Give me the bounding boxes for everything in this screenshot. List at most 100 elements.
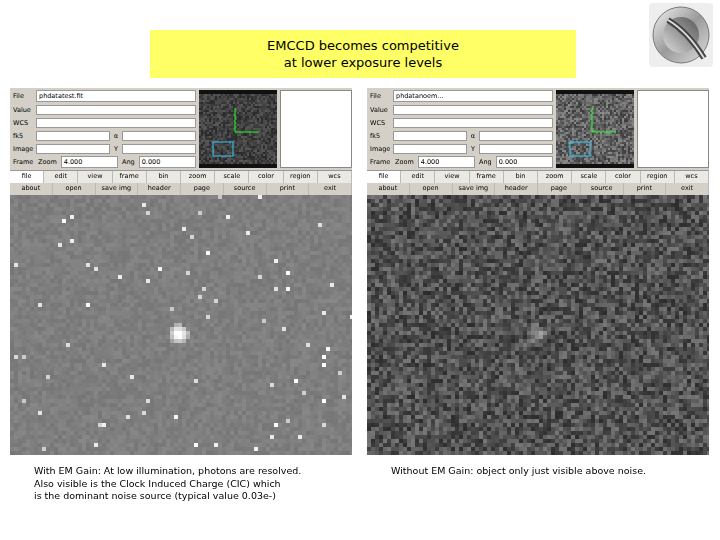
label-text: α <box>114 132 118 140</box>
menu-label: frame <box>477 172 496 180</box>
info-label: fk5 <box>12 131 34 141</box>
info-label: Zoom <box>36 157 59 167</box>
info-row: Filephdatanoem... <box>369 90 553 102</box>
toolbar-button[interactable]: about <box>10 183 53 195</box>
info-field[interactable]: 0.000 <box>496 156 553 168</box>
panner[interactable] <box>199 90 277 168</box>
menu-tab[interactable]: region <box>284 171 318 183</box>
logo-icon <box>648 0 720 88</box>
menu-tab[interactable]: bin <box>504 171 538 183</box>
menu-tab[interactable]: color <box>606 171 640 183</box>
info-field[interactable]: 4.000 <box>61 156 118 168</box>
info-field[interactable] <box>393 105 553 115</box>
info-field[interactable]: phdatatest.fit <box>36 90 196 102</box>
label-text: fk5 <box>13 132 23 140</box>
label-text: fk5 <box>370 132 380 140</box>
info-field[interactable] <box>393 131 467 141</box>
info-field[interactable] <box>36 131 110 141</box>
field-value: 4.000 <box>64 158 83 166</box>
menu-tab[interactable]: view <box>78 171 112 183</box>
magnifier <box>280 90 352 168</box>
toolbar-button[interactable]: source <box>224 183 267 195</box>
info-field[interactable] <box>479 131 553 141</box>
info-field[interactable] <box>479 144 553 154</box>
info-row: Value <box>12 104 196 115</box>
menu-label: scale <box>223 172 240 180</box>
menu-tab[interactable]: wcs <box>318 171 352 183</box>
info-label: Image <box>12 144 34 154</box>
button-bar: aboutopensave imgheaderpagesourceprintex… <box>10 183 352 195</box>
info-field[interactable] <box>122 131 196 141</box>
info-label: Frame <box>369 157 391 167</box>
menu-tab[interactable]: zoom <box>538 171 572 183</box>
menu-tab[interactable]: edit <box>44 171 78 183</box>
menu-tab[interactable]: frame <box>470 171 504 183</box>
label-text: Y <box>471 145 475 153</box>
toolbar-button[interactable]: save img <box>96 183 139 195</box>
label-text: α <box>471 132 475 140</box>
info-field[interactable]: 0.000 <box>139 156 196 168</box>
menu-label: file <box>22 172 32 180</box>
info-field[interactable] <box>36 118 196 128</box>
menu-tab[interactable]: file <box>367 171 401 183</box>
info-fields: Filephdatatest.fitValueWCSfk5αImageYFram… <box>12 90 196 168</box>
menu-tab[interactable]: color <box>249 171 283 183</box>
menu-label: region <box>647 172 668 180</box>
menu-tab[interactable]: zoom <box>181 171 215 183</box>
toolbar-button[interactable]: about <box>367 183 410 195</box>
image-frame[interactable] <box>367 195 709 455</box>
menu-tab[interactable]: edit <box>401 171 435 183</box>
toolbar-button[interactable]: open <box>53 183 96 195</box>
toolbar-button[interactable]: exit <box>666 183 709 195</box>
info-field[interactable] <box>122 144 196 154</box>
toolbar-button[interactable]: print <box>267 183 310 195</box>
menu-tab[interactable]: scale <box>572 171 606 183</box>
title-line: at lower exposure levels <box>284 54 442 71</box>
menu-label: file <box>379 172 389 180</box>
panner[interactable] <box>556 90 634 168</box>
caption: Without EM Gain: object only just visibl… <box>367 455 709 478</box>
menu-tab[interactable]: scale <box>215 171 249 183</box>
label-text: Zoom <box>38 158 57 166</box>
toolbar-button[interactable]: open <box>410 183 453 195</box>
toolbar-button[interactable]: page <box>538 183 581 195</box>
menu-tab[interactable]: bin <box>147 171 181 183</box>
toolbar-button[interactable]: header <box>138 183 181 195</box>
toolbar-button[interactable]: exit <box>309 183 352 195</box>
menu-tab[interactable]: file <box>10 171 44 183</box>
info-row: WCS <box>12 117 196 128</box>
label-text: Frame <box>13 158 33 166</box>
toolbar-button[interactable]: page <box>181 183 224 195</box>
menu-tab[interactable]: view <box>435 171 469 183</box>
info-field[interactable]: 4.000 <box>418 156 475 168</box>
info-label: Ang <box>120 157 137 167</box>
info-field[interactable] <box>393 144 467 154</box>
info-field[interactable] <box>36 105 196 115</box>
menu-tab[interactable]: frame <box>113 171 147 183</box>
menu-tab[interactable]: wcs <box>675 171 709 183</box>
info-label: α <box>469 131 477 141</box>
spacer <box>0 0 150 88</box>
info-label: WCS <box>12 118 34 128</box>
menu-bar: file editview frame binzoomscalecolor region… <box>367 170 709 183</box>
menu-tab[interactable]: region <box>641 171 675 183</box>
label-text: Zoom <box>395 158 414 166</box>
menu-label: view <box>88 172 103 180</box>
panner-image <box>556 94 634 164</box>
ds9-window: Filephdatatest.fitValueWCSfk5αImageYFram… <box>10 88 352 455</box>
info-label: Value <box>369 105 391 115</box>
info-row: FrameZoom4.000Ang0.000 <box>369 156 553 168</box>
image-frame[interactable] <box>10 195 352 455</box>
toolbar-button[interactable]: save img <box>453 183 496 195</box>
info-field[interactable]: phdatanoem... <box>393 90 553 102</box>
label-text: Ang <box>122 158 135 166</box>
info-label: Value <box>12 105 34 115</box>
toolbar-button[interactable]: source <box>581 183 624 195</box>
info-field[interactable] <box>36 144 110 154</box>
info-row: Frame Zoom 4.000 Ang 0.000 <box>12 156 196 168</box>
info-field[interactable] <box>393 118 553 128</box>
toolbar-button[interactable]: header <box>495 183 538 195</box>
info-label: File <box>369 91 391 101</box>
toolbar-button[interactable]: print <box>624 183 667 195</box>
info-row: fk5 α <box>369 130 553 141</box>
